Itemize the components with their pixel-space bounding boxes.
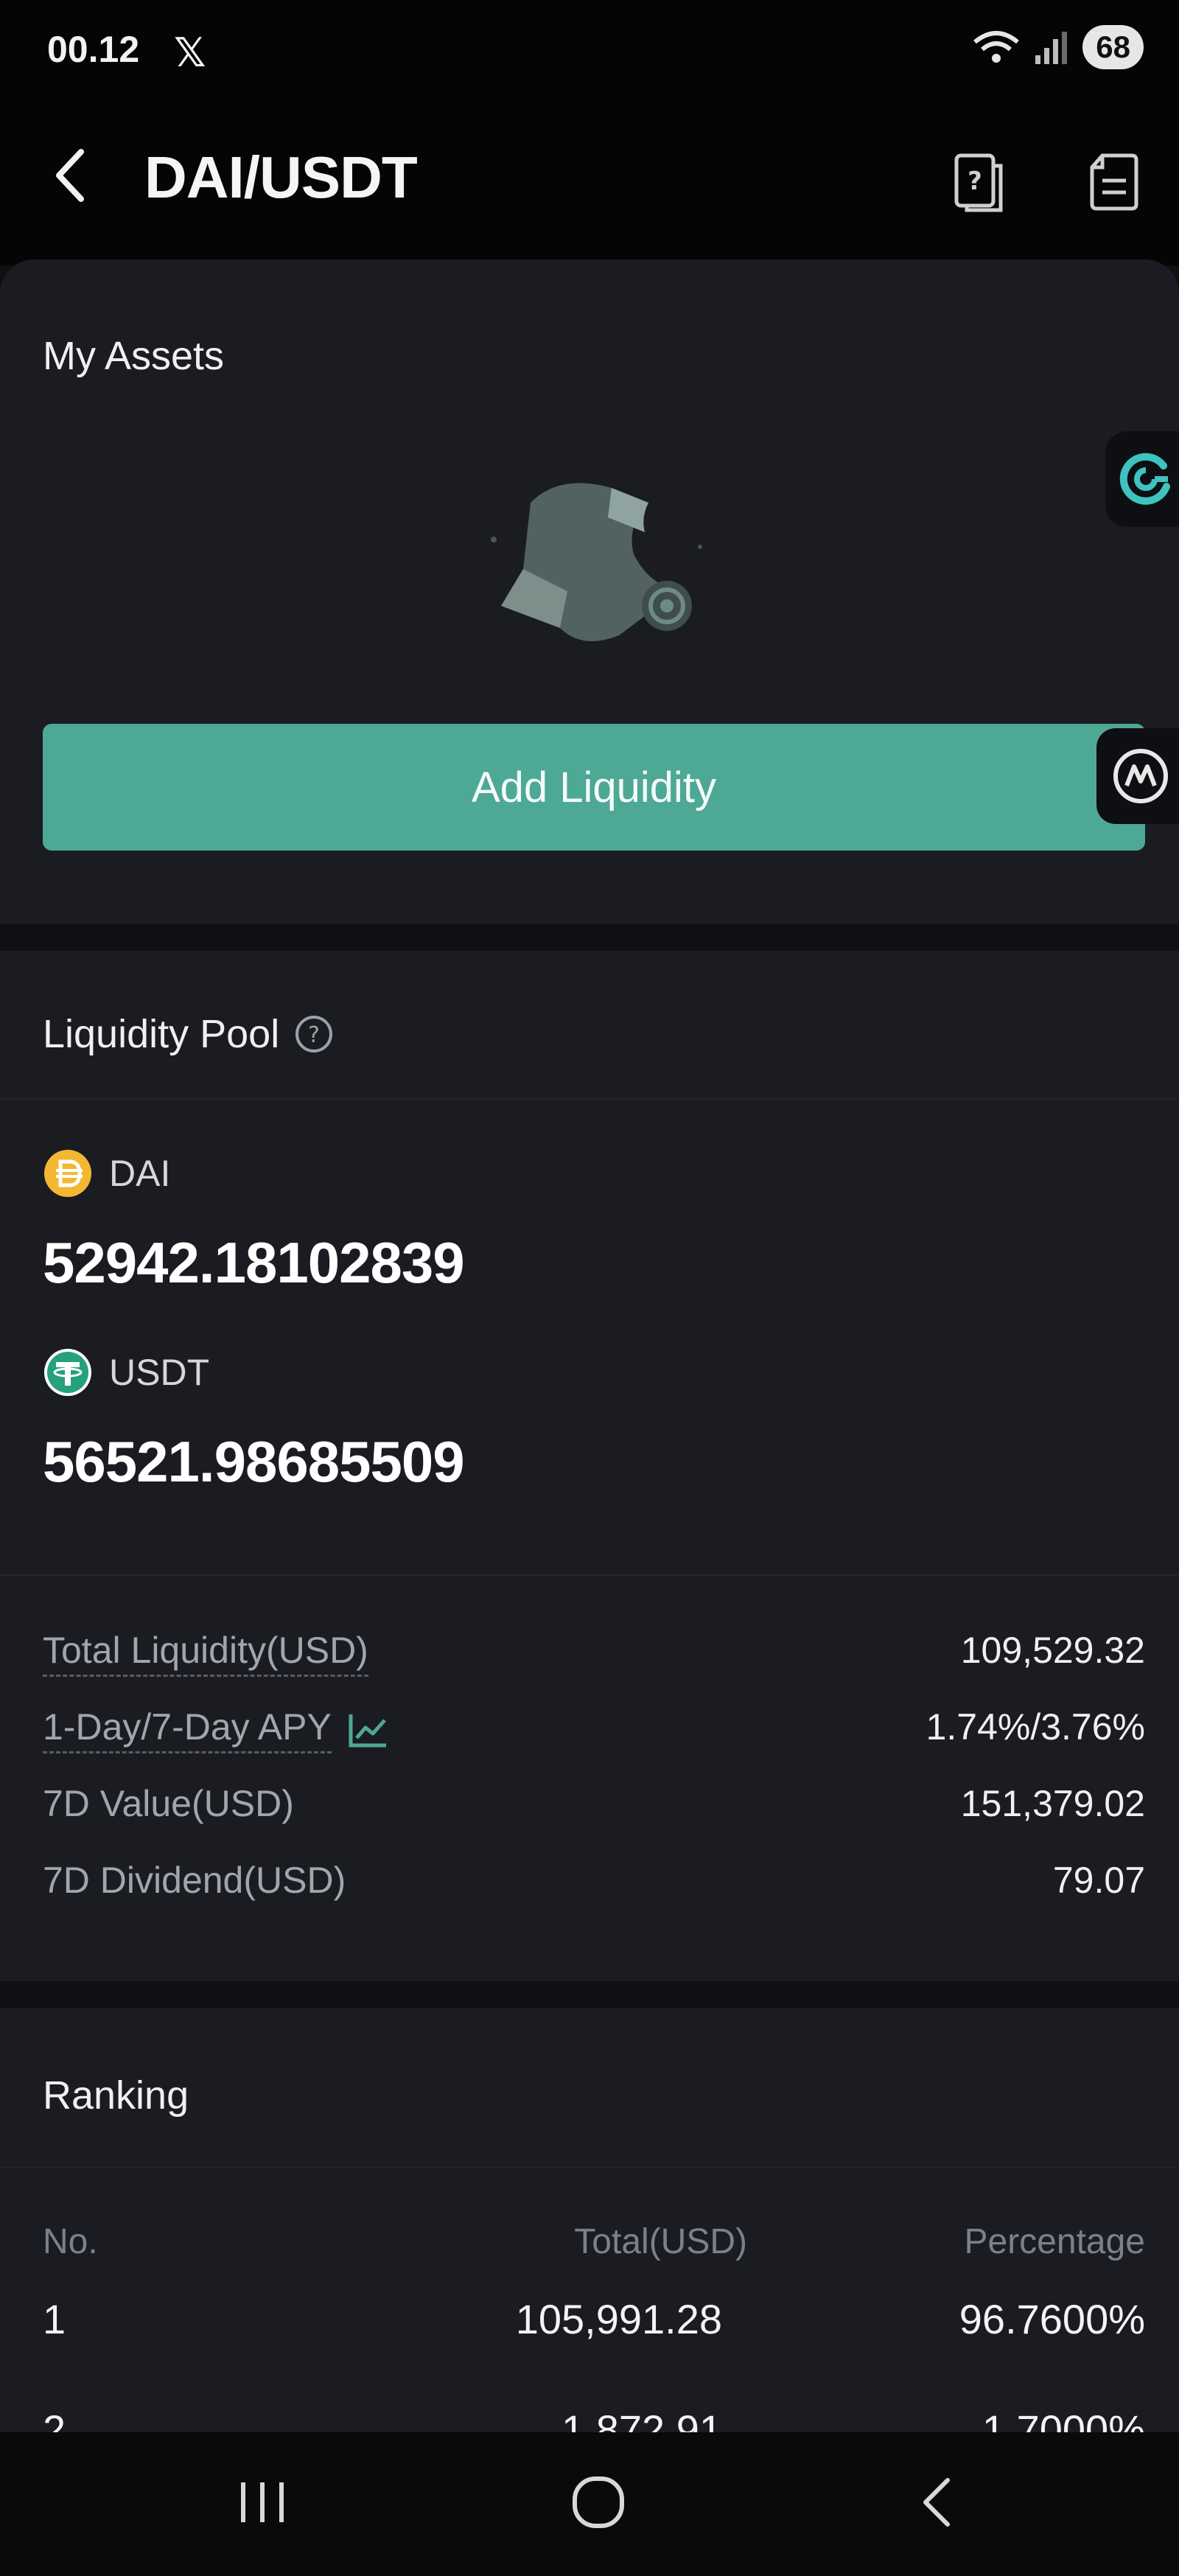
svg-text:?: ? [308,1022,320,1048]
ranking-col-no: No. [43,2222,98,2261]
stat-7d-value-value: 151,379.02 [960,1783,1145,1824]
token-dai-symbol: DAI [109,1153,171,1194]
back-arrow-icon [923,2478,950,2527]
ranking-row-1-no: 1 [43,2296,66,2342]
token-usdt-symbol: USDT [109,1352,210,1393]
back-button[interactable] [52,139,103,212]
market-logo-icon [1113,749,1168,803]
battery-indicator: 68 [1082,25,1144,69]
floating-market-button[interactable] [1096,728,1179,824]
stat-apy-value: 1.74%/3.76% [926,1706,1145,1748]
token-dai-amount: 52942.18102839 [43,1230,465,1295]
chevron-left-icon [56,149,84,202]
section-divider [0,1574,1179,1576]
liquidity-pool-title: Liquidity Pool [43,1012,280,1056]
status-time: 00.12 [47,29,140,70]
app-bar: DAI/USDT ? [0,103,1179,265]
stat-7d-dividend-value: 79.07 [1052,1860,1145,1901]
add-liquidity-button[interactable]: Add Liquidity [43,724,1145,851]
signal-icon [1035,32,1068,64]
floating-refresh-button[interactable] [1105,431,1179,527]
dai-coin-icon [44,1150,91,1197]
system-nav-bar [0,2432,1179,2576]
trend-chart-icon[interactable] [348,1711,389,1748]
ranking-card: Ranking No. Total(USD) Percentage 1 105,… [0,2008,1179,2472]
wifi-icon [973,31,1020,63]
section-divider [0,1098,1179,1100]
stat-apy-label[interactable]: 1-Day/7-Day APY [43,1706,332,1753]
token-dai-label: DAI [43,1148,170,1198]
ranking-row-1-total: 105,991.28 [515,2296,722,2342]
page-title: DAI/USDT [144,144,418,210]
home-icon [573,2476,624,2528]
records-button[interactable] [1088,151,1141,213]
question-doc-icon: ? [954,153,1003,212]
svg-text:?: ? [968,167,982,196]
stat-7d-dividend-label: 7D Dividend(USD) [43,1860,346,1901]
help-circle-icon[interactable]: ? [294,1014,334,1054]
empty-assets-illustration [491,483,702,641]
my-assets-title: My Assets [43,334,225,378]
recent-apps-button[interactable] [211,2462,314,2543]
x-app-icon: 𝕏 [174,31,206,75]
home-button[interactable] [547,2462,650,2543]
status-bar: 00.12 𝕏 68 [0,0,1179,103]
token-usdt-amount: 56521.98685509 [43,1429,465,1494]
ranking-title: Ranking [43,2073,189,2118]
liquidity-pool-card: Liquidity Pool ? DAI 52942.18102839 USDT… [0,951,1179,1981]
stat-total-liquidity-label[interactable]: Total Liquidity(USD) [43,1629,368,1677]
usdt-coin-icon [44,1349,91,1396]
my-assets-card: My Assets Add Liquidity [0,259,1179,924]
liquidity-pool-header: Liquidity Pool ? [43,1011,334,1057]
ranking-col-total: Total(USD) [574,2222,747,2261]
help-button[interactable]: ? [952,151,1005,213]
section-divider [0,2167,1179,2168]
refresh-logo-icon [1119,453,1170,505]
ranking-col-percentage: Percentage [964,2222,1145,2261]
stat-7d-value-label: 7D Value(USD) [43,1783,294,1824]
system-back-button[interactable] [886,2462,989,2543]
ranking-row-1-percentage: 96.7600% [959,2296,1145,2342]
recent-apps-icon [241,2482,284,2522]
stat-apy-label-row: 1-Day/7-Day APY [43,1706,389,1753]
token-usdt-label: USDT [43,1347,209,1397]
status-indicators: 68 [972,25,1144,69]
stat-total-liquidity-value: 109,529.32 [960,1630,1145,1671]
document-icon [1090,153,1138,211]
